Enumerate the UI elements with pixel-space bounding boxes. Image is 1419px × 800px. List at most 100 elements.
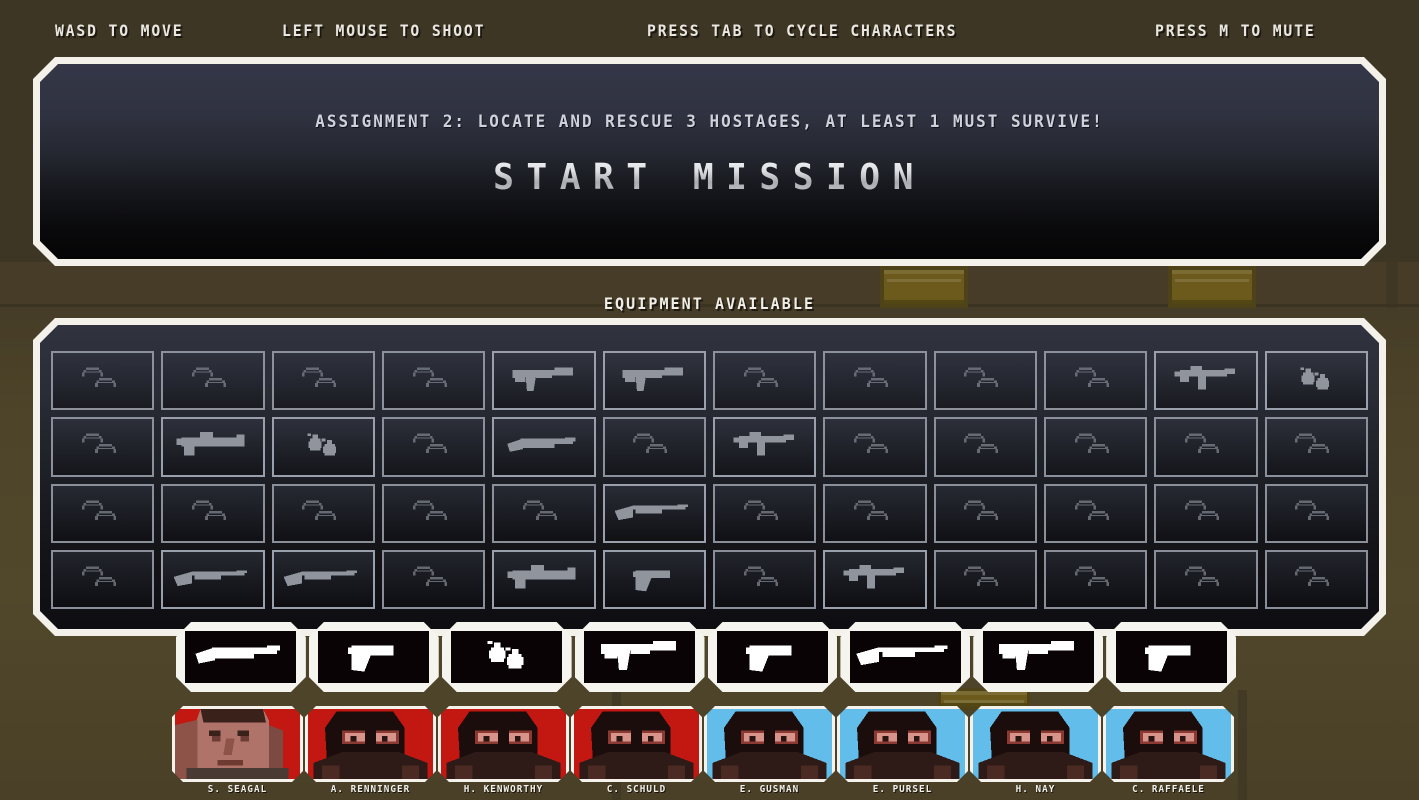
equipment-cell-ammo-clips[interactable]: [51, 351, 154, 410]
assault-rifle-icon: [612, 362, 696, 399]
character-card[interactable]: H. KENWORTHY: [438, 706, 569, 800]
ammo-clips-icon: [723, 561, 807, 598]
character-card[interactable]: H. NAY: [970, 706, 1101, 800]
equipment-cell-submachine-gun[interactable]: [713, 417, 816, 476]
ammo-clips-icon: [392, 362, 476, 399]
equipment-cell-rifle[interactable]: [272, 550, 375, 609]
character-card[interactable]: A. RENNINGER: [305, 706, 436, 800]
equipment-cell-ammo-clips[interactable]: [1154, 550, 1257, 609]
ammo-clips-icon: [61, 495, 145, 532]
assault-rifle-icon: [502, 362, 586, 399]
pistol-icon: [720, 634, 824, 680]
avatar[interactable]: [571, 706, 702, 782]
equipment-cell-ammo-clips[interactable]: [1265, 550, 1368, 609]
equipment-cell-ammo-clips[interactable]: [713, 351, 816, 410]
equipment-cell-submachine-gun[interactable]: [823, 550, 926, 609]
weapon-slot-6[interactable]: [840, 622, 970, 692]
character-card[interactable]: E. PURSEL: [837, 706, 968, 800]
equipment-cell-pistol[interactable]: [603, 550, 706, 609]
equipment-cell-submachine-gun[interactable]: [1154, 351, 1257, 410]
submachine-gun-icon: [723, 428, 807, 465]
ammo-clips-icon: [1054, 495, 1138, 532]
equipment-cell-ammo-clips[interactable]: [1044, 550, 1147, 609]
weapon-slot-5[interactable]: [708, 622, 838, 692]
equipment-cell-ammo-clips[interactable]: [382, 550, 485, 609]
equipment-cell-ammo-clips[interactable]: [492, 484, 595, 543]
ammo-clips-icon: [1054, 428, 1138, 465]
equipment-cell-ammo-clips[interactable]: [161, 484, 264, 543]
equipment-cell-ammo-clips[interactable]: [823, 351, 926, 410]
ammo-clips-icon: [1164, 495, 1248, 532]
mission-objective-text: ASSIGNMENT 2: LOCATE AND RESCUE 3 HOSTAG…: [315, 112, 1104, 132]
equipment-cell-ammo-clips[interactable]: [1044, 484, 1147, 543]
equipment-cell-rocket-launcher[interactable]: [161, 417, 264, 476]
grenades-icon: [281, 428, 365, 465]
weapon-slot-strip: [176, 622, 1236, 692]
equipment-cell-ammo-clips[interactable]: [1265, 417, 1368, 476]
ammo-clips-icon: [612, 428, 696, 465]
avatar[interactable]: [837, 706, 968, 782]
character-name: S. SEAGAL: [207, 784, 268, 795]
start-mission-button[interactable]: START MISSION: [67, 157, 1352, 198]
avatar[interactable]: [1103, 706, 1234, 782]
equipment-cell-ammo-clips[interactable]: [603, 417, 706, 476]
equipment-cell-shotgun[interactable]: [492, 417, 595, 476]
character-card[interactable]: S. SEAGAL: [172, 706, 303, 800]
weapon-slot-4[interactable]: [575, 622, 705, 692]
equipment-cell-ammo-clips[interactable]: [382, 351, 485, 410]
equipment-cell-assault-rifle[interactable]: [603, 351, 706, 410]
character-name: E. GUSMAN: [739, 784, 800, 795]
equipment-cell-ammo-clips[interactable]: [713, 484, 816, 543]
equipment-cell-ammo-clips[interactable]: [51, 417, 154, 476]
equipment-cell-ammo-clips[interactable]: [51, 550, 154, 609]
equipment-cell-ammo-clips[interactable]: [934, 351, 1037, 410]
equipment-cell-ammo-clips[interactable]: [934, 550, 1037, 609]
equipment-cell-ammo-clips[interactable]: [1044, 417, 1147, 476]
start-mission-panel[interactable]: ASSIGNMENT 2: LOCATE AND RESCUE 3 HOSTAG…: [33, 57, 1386, 266]
equipment-cell-ammo-clips[interactable]: [272, 351, 375, 410]
equipment-cell-ammo-clips[interactable]: [51, 484, 154, 543]
equipment-cell-ammo-clips[interactable]: [272, 484, 375, 543]
ammo-clips-icon: [943, 428, 1027, 465]
weapon-slot-3[interactable]: [442, 622, 572, 692]
ammo-clips-icon: [943, 495, 1027, 532]
rifle-icon: [281, 561, 365, 598]
equipment-cell-ammo-clips[interactable]: [934, 484, 1037, 543]
ammo-clips-icon: [171, 495, 255, 532]
avatar[interactable]: [305, 706, 436, 782]
equipment-cell-ammo-clips[interactable]: [823, 417, 926, 476]
equipment-cell-assault-rifle[interactable]: [492, 351, 595, 410]
character-card[interactable]: C. RAFFAELE: [1103, 706, 1234, 800]
equipment-cell-ammo-clips[interactable]: [1154, 417, 1257, 476]
ammo-clips-icon: [61, 428, 145, 465]
weapon-slot-icon-wrap: [185, 631, 296, 683]
equipment-cell-ammo-clips[interactable]: [713, 550, 816, 609]
equipment-cell-ammo-clips[interactable]: [823, 484, 926, 543]
equipment-cell-ammo-clips[interactable]: [161, 351, 264, 410]
avatar[interactable]: [172, 706, 303, 782]
equipment-cell-rifle[interactable]: [161, 550, 264, 609]
hint-cycle: PRESS TAB TO CYCLE CHARACTERS: [647, 21, 958, 40]
character-card[interactable]: C. SCHULD: [571, 706, 702, 800]
equipment-cell-ammo-clips[interactable]: [934, 417, 1037, 476]
equipment-cell-ammo-clips[interactable]: [382, 417, 485, 476]
weapon-slot-7[interactable]: [973, 622, 1103, 692]
weapon-slot-2[interactable]: [309, 622, 439, 692]
equipment-cell-ammo-clips[interactable]: [382, 484, 485, 543]
equipment-cell-grenades[interactable]: [1265, 351, 1368, 410]
weapon-slot-icon-wrap: [850, 631, 961, 683]
avatar[interactable]: [438, 706, 569, 782]
equipment-cell-ammo-clips[interactable]: [1154, 484, 1257, 543]
equipment-cell-rocket-launcher[interactable]: [492, 550, 595, 609]
equipment-cell-rifle[interactable]: [603, 484, 706, 543]
equipment-cell-grenades[interactable]: [272, 417, 375, 476]
avatar[interactable]: [970, 706, 1101, 782]
character-card[interactable]: E. GUSMAN: [704, 706, 835, 800]
weapon-slot-icon-wrap: [318, 631, 429, 683]
equipment-cell-ammo-clips[interactable]: [1265, 484, 1368, 543]
equipment-cell-ammo-clips[interactable]: [1044, 351, 1147, 410]
weapon-slot-8[interactable]: [1106, 622, 1236, 692]
weapon-slot-1[interactable]: [176, 622, 306, 692]
equipment-grid: [51, 351, 1368, 609]
avatar[interactable]: [704, 706, 835, 782]
